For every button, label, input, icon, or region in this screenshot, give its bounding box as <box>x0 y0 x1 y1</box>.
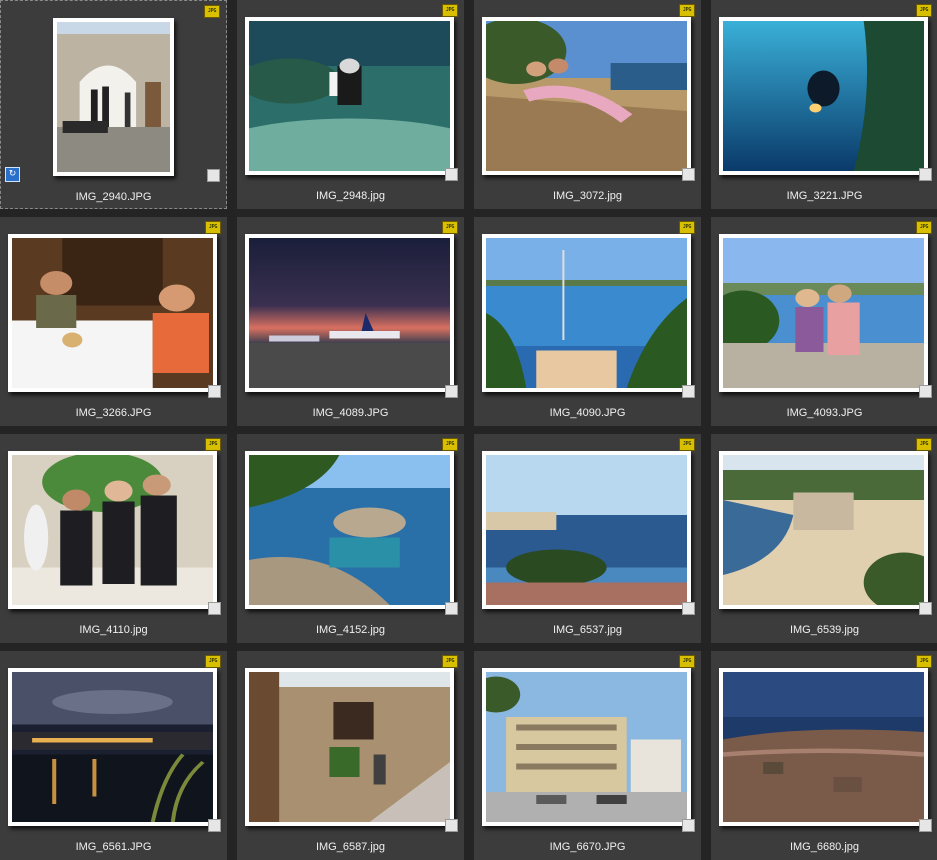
photo-frame[interactable] <box>719 668 928 826</box>
photo-frame[interactable] <box>245 17 454 175</box>
thumbnail-cell-12[interactable]: JPG IMG_6539.jpg <box>711 434 937 643</box>
photo-dinner-table-icon <box>12 238 213 388</box>
photo-rocky-coast-icon <box>249 455 450 605</box>
jpg-badge-icon: JPG <box>679 438 695 451</box>
photo-ryanair-planes-dusk-icon <box>249 238 450 388</box>
select-checkbox[interactable] <box>445 602 458 615</box>
filename-label: IMG_2940.JPG <box>75 191 152 203</box>
photo-beach-cove-icon <box>723 455 924 605</box>
photo-frame[interactable] <box>8 451 217 609</box>
photo-frame[interactable] <box>8 668 217 826</box>
thumbnail-cell-5[interactable]: JPG IMG_3266.JPG <box>0 217 227 426</box>
photo-harbor-town-icon <box>486 455 687 605</box>
jpg-badge-icon: JPG <box>442 655 458 668</box>
photo-bay-with-boats-icon <box>486 238 687 388</box>
rotate-icon[interactable]: ↻ <box>5 167 20 182</box>
jpg-badge-icon: JPG <box>442 221 458 234</box>
select-checkbox[interactable] <box>682 168 695 181</box>
filename-label: IMG_2948.jpg <box>315 190 386 202</box>
photo-town-at-night-icon <box>12 672 213 822</box>
filename-label: IMG_6680.jpg <box>789 841 860 853</box>
photo-apartment-building-icon <box>486 672 687 822</box>
filename-label: IMG_6537.jpg <box>552 624 623 636</box>
thumbnail-cell-8[interactable]: JPG IMG_4093.JPG <box>711 217 937 426</box>
jpg-badge-icon: JPG <box>442 4 458 17</box>
photo-diver-underwater-icon <box>249 21 450 171</box>
jpg-badge-icon: JPG <box>916 438 932 451</box>
thumbnail-cell-4[interactable]: JPG IMG_3221.JPG <box>711 0 937 209</box>
thumbnail-cell-14[interactable]: JPG IMG_6587.jpg <box>237 651 464 860</box>
photo-stone-street-icon <box>249 672 450 822</box>
photo-frame[interactable] <box>53 18 174 176</box>
photo-frame[interactable] <box>482 668 691 826</box>
jpg-badge-icon: JPG <box>679 4 695 17</box>
photo-frame[interactable] <box>245 234 454 392</box>
jpg-badge-icon: JPG <box>442 438 458 451</box>
thumbnail-cell-16[interactable]: JPG IMG_6680.jpg <box>711 651 937 860</box>
select-checkbox[interactable] <box>445 819 458 832</box>
select-checkbox[interactable] <box>919 385 932 398</box>
select-checkbox[interactable] <box>919 602 932 615</box>
jpg-badge-icon: JPG <box>205 438 221 451</box>
select-checkbox[interactable] <box>208 385 221 398</box>
photo-diver-blue-water-icon <box>723 21 924 171</box>
select-checkbox[interactable] <box>919 819 932 832</box>
photo-frame[interactable] <box>719 451 928 609</box>
filename-label: IMG_4152.jpg <box>315 624 386 636</box>
photo-frame[interactable] <box>719 234 928 392</box>
select-checkbox[interactable] <box>207 169 220 182</box>
filename-label: IMG_6561.JPG <box>75 841 152 853</box>
filename-label: IMG_3072.jpg <box>552 190 623 202</box>
select-checkbox[interactable] <box>682 385 695 398</box>
filename-label: IMG_3266.JPG <box>75 407 152 419</box>
jpg-badge-icon: JPG <box>916 221 932 234</box>
photo-frame[interactable] <box>482 17 691 175</box>
thumbnail-cell-9[interactable]: JPG IMG_4110.jpg <box>0 434 227 643</box>
select-checkbox[interactable] <box>682 602 695 615</box>
jpg-badge-icon: JPG <box>205 655 221 668</box>
thumbnail-cell-11[interactable]: JPG IMG_6537.jpg <box>474 434 701 643</box>
photo-three-divers-wetsuits-icon <box>12 455 213 605</box>
photo-frame[interactable] <box>8 234 217 392</box>
filename-label: IMG_6670.JPG <box>549 841 626 853</box>
jpg-badge-icon: JPG <box>916 655 932 668</box>
filename-label: IMG_4093.JPG <box>786 407 863 419</box>
thumbnail-cell-13[interactable]: JPG IMG_6561.JPG <box>0 651 227 860</box>
filename-label: IMG_3221.JPG <box>786 190 863 202</box>
select-checkbox[interactable] <box>208 602 221 615</box>
filename-label: IMG_6587.jpg <box>315 841 386 853</box>
photo-couple-seaside-wall-icon <box>723 238 924 388</box>
photo-frame[interactable] <box>719 17 928 175</box>
photo-couple-on-rocks-icon <box>486 21 687 171</box>
thumbnail-cell-2[interactable]: JPG IMG_2948.jpg <box>237 0 464 209</box>
jpg-badge-icon: JPG <box>679 221 695 234</box>
thumbnail-cell-6[interactable]: JPG IMG_4089.JPG <box>237 217 464 426</box>
photo-frame[interactable] <box>245 451 454 609</box>
thumbnail-cell-3[interactable]: JPG IMG_3072.jpg <box>474 0 701 209</box>
thumbnail-grid: JPG IMG_2940.JPG ↻ JPG IMG_2948.jpg JPG <box>0 0 937 860</box>
select-checkbox[interactable] <box>208 819 221 832</box>
jpg-badge-icon: JPG <box>205 221 221 234</box>
jpg-badge-icon: JPG <box>679 655 695 668</box>
thumbnail-cell-1[interactable]: JPG IMG_2940.JPG ↻ <box>0 0 227 209</box>
select-checkbox[interactable] <box>919 168 932 181</box>
thumbnail-cell-10[interactable]: JPG IMG_4152.jpg <box>237 434 464 643</box>
filename-label: IMG_6539.jpg <box>789 624 860 636</box>
jpg-badge-icon: JPG <box>204 5 220 18</box>
thumbnail-cell-7[interactable]: JPG IMG_4090.JPG <box>474 217 701 426</box>
select-checkbox[interactable] <box>445 168 458 181</box>
select-checkbox[interactable] <box>682 819 695 832</box>
thumbnail-cell-15[interactable]: JPG IMG_6670.JPG <box>474 651 701 860</box>
photo-frame[interactable] <box>482 234 691 392</box>
photo-frame[interactable] <box>245 668 454 826</box>
jpg-badge-icon: JPG <box>916 4 932 17</box>
filename-label: IMG_4090.JPG <box>549 407 626 419</box>
select-checkbox[interactable] <box>445 385 458 398</box>
filename-label: IMG_4089.JPG <box>312 407 389 419</box>
photo-frame[interactable] <box>482 451 691 609</box>
photo-aerial-coast-icon <box>723 672 924 822</box>
filename-label: IMG_4110.jpg <box>79 624 148 636</box>
photo-divers-at-building-icon <box>57 22 170 172</box>
